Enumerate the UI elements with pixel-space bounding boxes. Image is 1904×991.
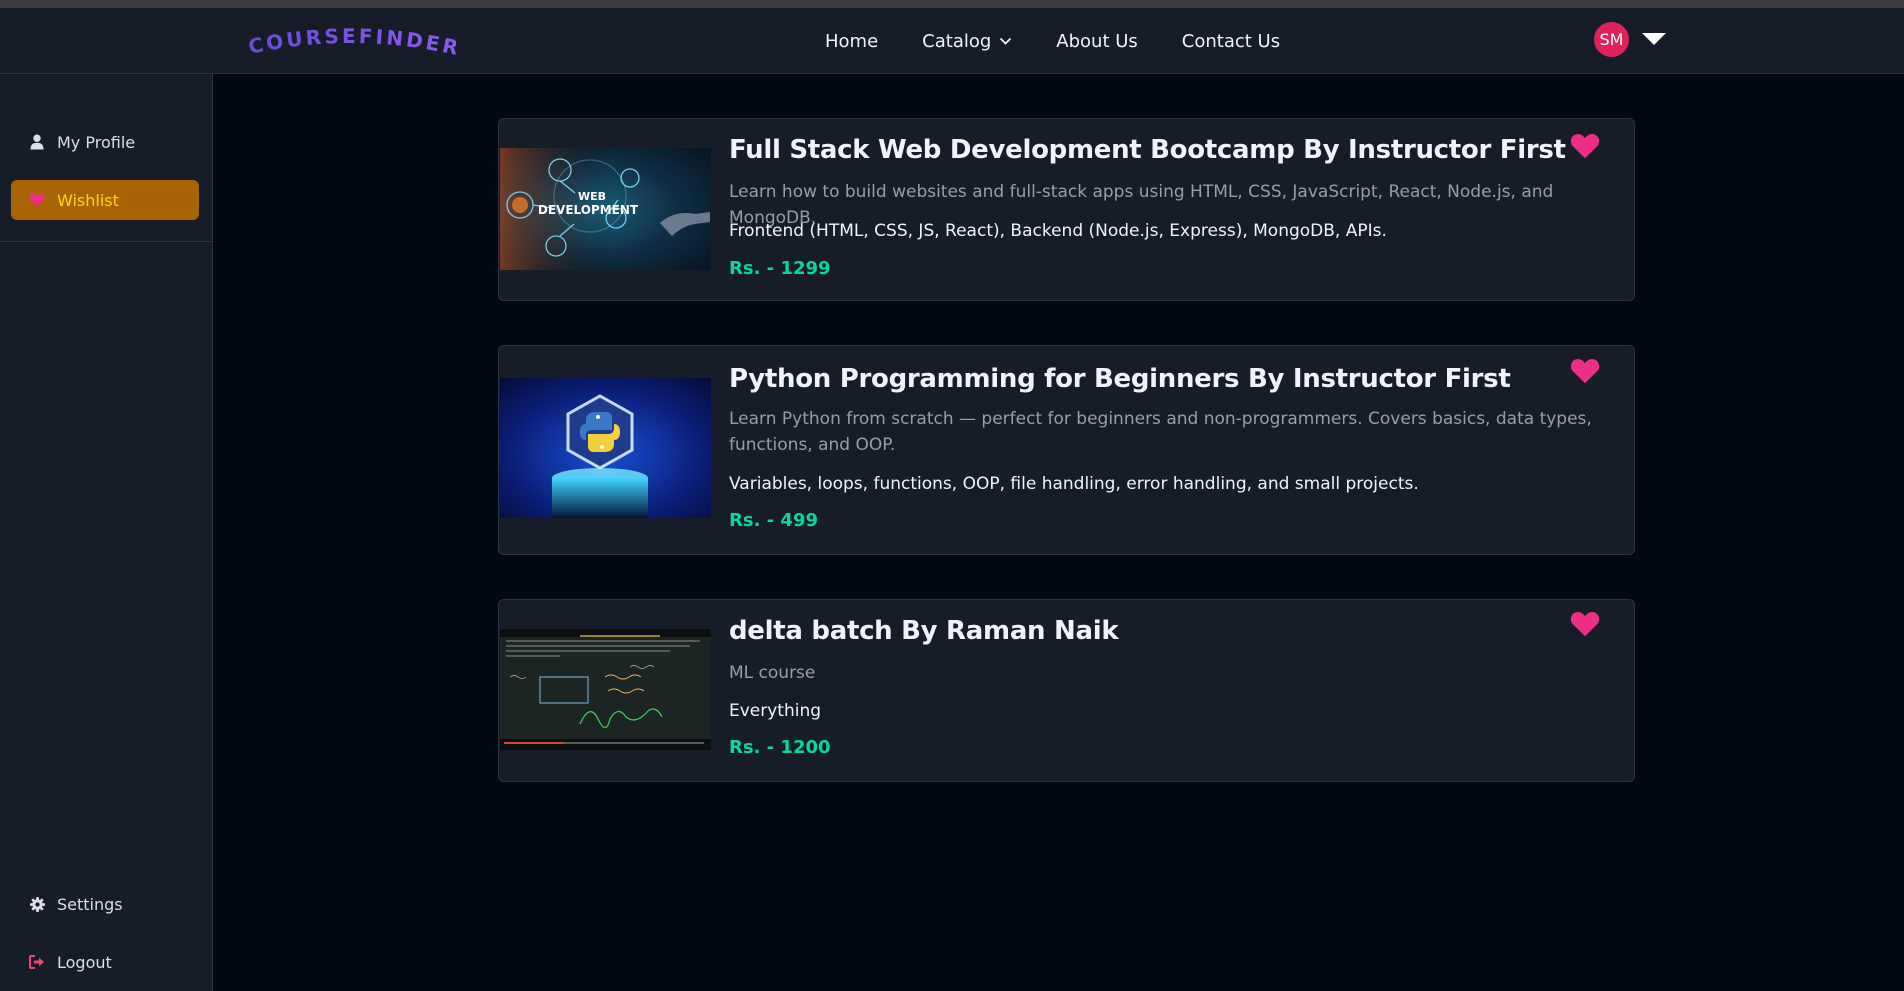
nav-catalog[interactable]: Catalog xyxy=(922,31,1012,52)
course-description: ML course xyxy=(729,663,816,683)
sidebar-item-logout[interactable]: Logout xyxy=(11,942,199,982)
course-description: Learn Python from scratch — perfect for … xyxy=(729,409,1592,455)
heart-icon xyxy=(1570,612,1600,637)
chevron-down-icon xyxy=(999,37,1012,46)
nav-about-us[interactable]: About Us xyxy=(1056,31,1138,52)
sidebar-item-label: Wishlist xyxy=(57,190,119,210)
sidebar-item-wishlist[interactable]: Wishlist xyxy=(11,180,199,220)
wishlist-course-card[interactable]: Python Programming for Beginners By Inst… xyxy=(498,345,1635,555)
sidebar-divider xyxy=(0,241,213,242)
nav-home[interactable]: Home xyxy=(825,31,878,52)
nav-catalog-label: Catalog xyxy=(922,30,992,52)
course-price: Rs. - 1200 xyxy=(729,737,831,758)
sidebar-item-label: My Profile xyxy=(57,132,136,152)
nav-about-label: About Us xyxy=(1056,30,1138,52)
sidebar-item-settings[interactable]: Settings xyxy=(11,884,199,924)
logout-icon xyxy=(29,954,45,970)
logo-text: COURSEFINDER xyxy=(246,26,456,60)
wishlist-course-card[interactable]: delta batch By Raman Naik ML course Ever… xyxy=(498,599,1635,782)
wishlist-heart-button[interactable] xyxy=(1570,610,1600,638)
nav-links: Home Catalog About Us Contact Us xyxy=(825,8,1280,74)
course-title[interactable]: delta batch By Raman Naik xyxy=(729,616,1574,646)
course-thumbnail[interactable]: WEB DEVELOPMENT xyxy=(500,148,711,270)
wishlist-heart-button[interactable] xyxy=(1570,132,1600,160)
svg-text:COURSEFINDER: COURSEFINDER xyxy=(246,26,456,60)
nav-contact-us[interactable]: Contact Us xyxy=(1182,31,1280,52)
navbar: COURSEFINDER Home Catalog About Us Conta… xyxy=(0,8,1904,74)
sidebar-item-label: Logout xyxy=(57,952,112,972)
wishlist-course-card[interactable]: WEB DEVELOPMENT Full Stack Web Developme… xyxy=(498,118,1635,301)
avatar[interactable]: SM xyxy=(1594,22,1629,57)
course-title[interactable]: Full Stack Web Development Bootcamp By I… xyxy=(729,135,1574,165)
sidebar: My Profile Wishlist Settings Logout xyxy=(0,74,213,991)
gear-icon xyxy=(29,896,45,912)
sidebar-item-label: Settings xyxy=(57,894,123,914)
sidebar-item-my-profile[interactable]: My Profile xyxy=(11,122,199,162)
course-topics: Everything xyxy=(729,701,822,721)
course-price: Rs. - 499 xyxy=(729,510,818,531)
nav-home-label: Home xyxy=(825,30,879,52)
heart-icon xyxy=(29,192,45,208)
thumbnail-word-development: DEVELOPMENT xyxy=(538,203,639,217)
course-topics: Variables, loops, functions, OOP, file h… xyxy=(729,474,1419,494)
course-title[interactable]: Python Programming for Beginners By Inst… xyxy=(729,364,1574,394)
thumbnail-word-web: WEB xyxy=(578,190,606,203)
heart-icon xyxy=(1570,359,1600,384)
user-icon xyxy=(29,134,45,150)
wishlist-heart-button[interactable] xyxy=(1570,357,1600,385)
course-thumbnail[interactable] xyxy=(500,378,711,518)
avatar-initials: SM xyxy=(1599,30,1624,49)
nav-contact-label: Contact Us xyxy=(1181,30,1281,52)
course-topics: Frontend (HTML, CSS, JS, React), Backend… xyxy=(729,221,1387,241)
course-price: Rs. - 1299 xyxy=(729,258,831,279)
caret-down-icon[interactable] xyxy=(1640,31,1668,47)
browser-top-strip xyxy=(0,0,1904,8)
heart-icon xyxy=(1570,134,1600,159)
coursefinder-logo[interactable]: COURSEFINDER xyxy=(246,26,456,60)
course-thumbnail[interactable] xyxy=(500,629,711,750)
